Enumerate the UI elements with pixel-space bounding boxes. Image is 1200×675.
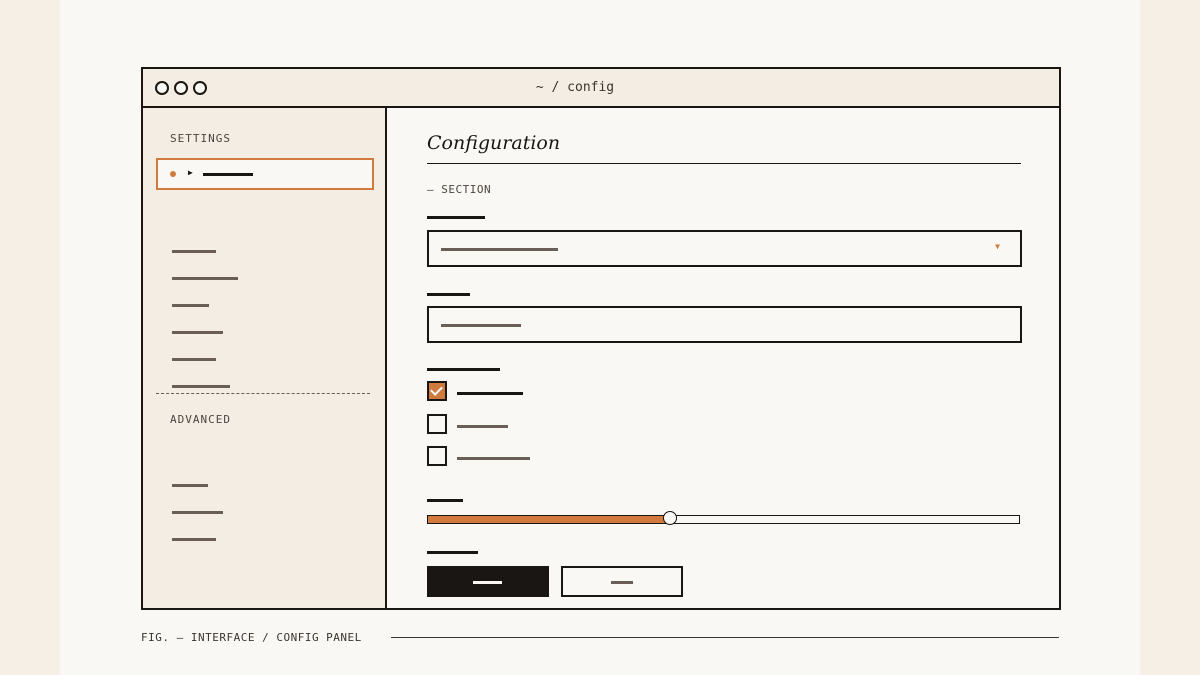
main-panel: Configuration — SECTION ▼ (387, 108, 1059, 608)
play-triangle-icon: ▶ (188, 168, 193, 177)
page-title: Configuration (427, 132, 561, 154)
sidebar: SETTINGS ▶ ADVANCED (143, 108, 387, 608)
caption-rule (391, 637, 1059, 638)
sidebar-item[interactable] (172, 331, 223, 334)
sidebar-item[interactable] (172, 484, 208, 487)
checkbox-2[interactable] (427, 414, 447, 434)
sidebar-item-active[interactable]: ▶ (156, 158, 374, 190)
slider-fill (428, 516, 670, 523)
checkbox-label (457, 457, 530, 460)
dropdown-select[interactable]: ▼ (427, 230, 1022, 267)
sidebar-item-active-label (203, 173, 253, 176)
slider-thumb[interactable] (663, 511, 677, 525)
field-label (427, 216, 485, 219)
slider-label (427, 499, 463, 502)
checkbox-label (457, 425, 508, 428)
range-slider[interactable] (427, 511, 1020, 525)
section-label: — SECTION (427, 183, 492, 196)
title-bar: ~ / config (143, 69, 1059, 108)
primary-button[interactable] (427, 566, 549, 597)
dropdown-value (441, 248, 558, 251)
checkbox-label (457, 392, 523, 395)
sidebar-item[interactable] (172, 511, 223, 514)
buttons-label (427, 551, 478, 554)
sidebar-section-advanced: ADVANCED (170, 413, 231, 426)
field-label (427, 293, 470, 296)
text-input[interactable] (427, 306, 1022, 343)
check-icon (430, 383, 443, 396)
sidebar-item[interactable] (172, 385, 230, 388)
checkbox-1[interactable] (427, 381, 447, 401)
secondary-button[interactable] (561, 566, 683, 597)
sidebar-divider (156, 393, 370, 394)
chevron-down-icon: ▼ (995, 242, 1000, 251)
sidebar-item[interactable] (172, 304, 209, 307)
figure-caption: FIG. — INTERFACE / CONFIG PANEL (141, 631, 362, 644)
app-window: ~ / config SETTINGS ▶ ADVANCED Configura… (141, 67, 1061, 610)
sidebar-section-settings: SETTINGS (170, 132, 231, 145)
active-dot-icon (170, 171, 176, 177)
sidebar-item[interactable] (172, 250, 216, 253)
secondary-button-label (611, 581, 633, 584)
checkbox-3[interactable] (427, 446, 447, 466)
title-rule (427, 163, 1021, 164)
sidebar-item[interactable] (172, 538, 216, 541)
input-value (441, 324, 521, 327)
field-label (427, 368, 500, 371)
primary-button-label (473, 581, 502, 584)
sidebar-item[interactable] (172, 358, 216, 361)
sidebar-item[interactable] (172, 277, 238, 280)
window-title: ~ / config (535, 80, 615, 95)
